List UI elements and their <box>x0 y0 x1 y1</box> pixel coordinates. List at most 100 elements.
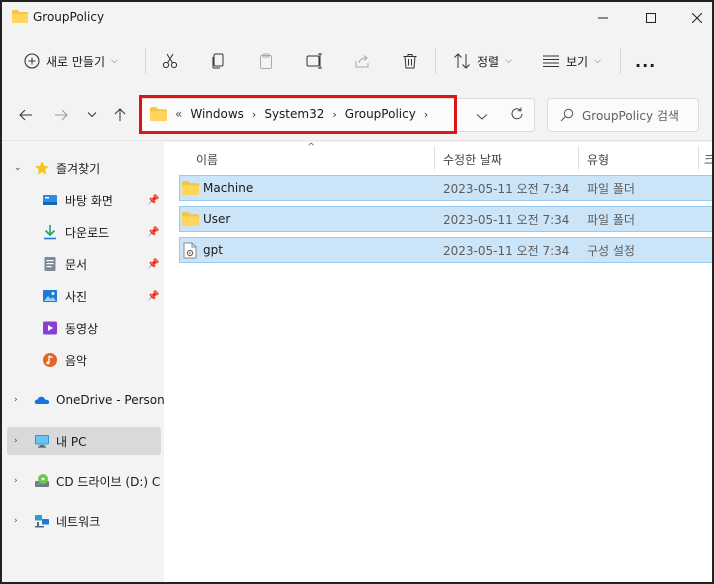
sidebar-item-downloads[interactable]: 다운로드 📌 <box>7 218 161 246</box>
sidebar-item-label: 음악 <box>65 353 88 368</box>
computer-icon <box>35 435 49 448</box>
copy-button[interactable] <box>210 46 226 76</box>
column-header-label: 수정한 날짜 <box>443 152 503 167</box>
pin-icon: 📌 <box>147 290 160 302</box>
view-button[interactable]: 보기 ⌵ <box>542 46 601 76</box>
column-divider[interactable] <box>434 146 435 170</box>
back-button[interactable] <box>14 101 38 129</box>
sidebar-item-quick-access[interactable]: ⌄ 즐겨찾기 <box>7 154 161 182</box>
file-modified: 2023-05-11 오전 7:34 <box>443 212 570 227</box>
file-type: 파일 폴더 <box>587 212 635 227</box>
close-button[interactable] <box>674 2 712 34</box>
sidebar-item-label: 바탕 화면 <box>65 193 113 208</box>
arrow-up-icon <box>114 108 126 121</box>
file-name: gpt <box>203 243 223 257</box>
sidebar-item-documents[interactable]: 문서 📌 <box>7 250 161 278</box>
chevron-down-icon: ⌵ <box>594 56 601 66</box>
toolbar-divider <box>620 48 621 74</box>
command-bar: 새로 만들기 ⌵ 정렬 ⌵ 보기 ⌵ ... <box>2 40 712 84</box>
column-divider[interactable] <box>578 146 579 170</box>
sidebar-item-onedrive[interactable]: › OneDrive - Persona <box>7 386 172 414</box>
sidebar-item-videos[interactable]: 동영상 <box>7 314 161 342</box>
pictures-icon <box>43 290 57 302</box>
column-header-size[interactable]: 크 <box>704 146 714 172</box>
star-icon <box>35 161 49 175</box>
sidebar-item-music[interactable]: 음악 <box>7 346 161 374</box>
add-icon <box>24 53 40 69</box>
sidebar-item-label: OneDrive - Persona <box>56 393 173 407</box>
chevron-right-icon[interactable]: › <box>14 395 18 405</box>
toolbar-divider <box>435 48 436 74</box>
file-type: 구성 설정 <box>587 243 635 258</box>
rename-button[interactable] <box>306 46 324 76</box>
recent-locations-button[interactable] <box>80 101 104 129</box>
desktop-icon <box>43 195 57 205</box>
chevron-right-icon[interactable]: › <box>14 516 18 526</box>
arrow-left-icon <box>19 109 32 121</box>
column-header-modified[interactable]: 수정한 날짜 <box>443 146 502 172</box>
search-placeholder: GroupPolicy 검색 <box>582 108 679 123</box>
more-label: ... <box>635 51 657 71</box>
file-modified: 2023-05-11 오전 7:34 <box>443 243 570 258</box>
chevron-down-icon <box>476 114 488 120</box>
sidebar-item-label: 동영상 <box>65 321 99 336</box>
sort-label: 정렬 <box>477 54 500 69</box>
config-file-icon <box>183 242 197 259</box>
address-dropdown-button[interactable] <box>476 110 488 124</box>
sidebar-item-pictures[interactable]: 사진 📌 <box>7 282 161 310</box>
new-label: 새로 만들기 <box>46 54 106 69</box>
sort-icon <box>454 53 470 69</box>
navigation-bar: « Windows › System32 › GroupPolicy › Gro… <box>2 95 712 135</box>
sidebar-item-label: 즐겨찾기 <box>56 161 101 176</box>
table-row[interactable]: gpt 2023-05-11 오전 7:34 구성 설정 <box>179 237 712 263</box>
column-header-type[interactable]: 유형 <box>587 146 609 172</box>
share-button[interactable] <box>354 46 370 76</box>
cut-button[interactable] <box>162 46 178 76</box>
address-highlight-box <box>139 95 457 134</box>
explorer-window: GroupPolicy 새로 만들기 ⌵ 정렬 ⌵ 보기 ⌵ ... « Win… <box>0 0 714 584</box>
column-header-label: 크 <box>704 152 714 167</box>
minimize-icon <box>598 17 608 19</box>
table-row[interactable]: Machine 2023-05-11 오전 7:34 파일 폴더 <box>179 175 712 201</box>
forward-button[interactable] <box>49 101 73 129</box>
copy-icon <box>212 53 224 69</box>
file-modified: 2023-05-11 오전 7:34 <box>443 181 570 196</box>
column-header-name[interactable]: 이름 <box>196 146 218 172</box>
sidebar-item-label: 문서 <box>65 257 88 272</box>
column-divider[interactable] <box>698 146 699 170</box>
maximize-button[interactable] <box>628 2 674 34</box>
file-list: ^ 이름 수정한 날짜 유형 크 Machine 2023-05-11 오전 7… <box>164 142 714 582</box>
refresh-button[interactable] <box>510 107 524 124</box>
close-icon <box>692 13 702 23</box>
sidebar-item-desktop[interactable]: 바탕 화면 📌 <box>7 186 161 214</box>
file-type: 파일 폴더 <box>587 181 635 196</box>
window-title: GroupPolicy <box>33 10 105 24</box>
chevron-down-icon: ⌵ <box>505 56 512 66</box>
column-header-label: 이름 <box>196 152 219 167</box>
paste-button[interactable] <box>258 46 274 76</box>
chevron-down-icon <box>87 112 97 118</box>
view-label: 보기 <box>566 54 589 69</box>
arrow-right-icon <box>55 109 68 121</box>
refresh-icon <box>511 107 523 120</box>
delete-icon <box>403 54 417 69</box>
search-box[interactable]: GroupPolicy 검색 <box>547 98 699 132</box>
paste-icon <box>260 53 272 69</box>
download-icon <box>44 225 56 240</box>
chevron-right-icon[interactable]: › <box>14 476 18 486</box>
sidebar-item-cd-drive[interactable]: › CD 드라이브 (D:) C <box>7 467 161 495</box>
chevron-right-icon[interactable]: › <box>14 436 18 446</box>
sort-button[interactable]: 정렬 ⌵ <box>453 46 512 76</box>
up-button[interactable] <box>108 101 132 129</box>
network-icon <box>35 515 49 528</box>
table-row[interactable]: User 2023-05-11 오전 7:34 파일 폴더 <box>179 206 712 232</box>
new-button[interactable]: 새로 만들기 ⌵ <box>24 46 118 76</box>
sidebar-item-this-pc[interactable]: › 내 PC <box>7 427 161 455</box>
chevron-down-icon[interactable]: ⌄ <box>14 163 22 173</box>
minimize-button[interactable] <box>580 2 626 34</box>
delete-button[interactable] <box>402 46 418 76</box>
file-name: Machine <box>203 181 254 195</box>
sidebar-item-network[interactable]: › 네트워크 <box>7 507 161 535</box>
more-button[interactable]: ... <box>635 46 656 76</box>
cut-icon <box>162 53 178 69</box>
